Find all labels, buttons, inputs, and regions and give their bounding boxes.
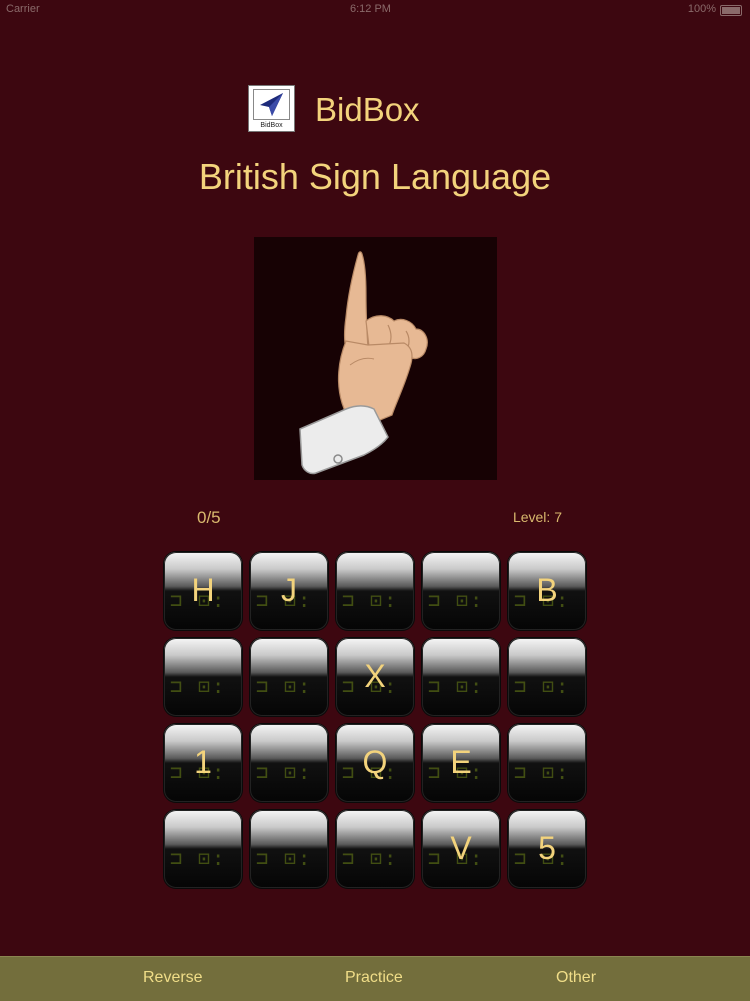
- answer-tile[interactable]: ⊐ ⊡: J: [250, 552, 328, 630]
- answer-tile[interactable]: ⊐ ⊡: V: [422, 810, 500, 888]
- battery-icon: [720, 5, 742, 16]
- battery-percent: 100%: [687, 3, 716, 15]
- answer-tile[interactable]: ⊐ ⊡:: [250, 810, 328, 888]
- tile-label: H: [191, 572, 215, 608]
- pointing-hand-icon: [299, 251, 428, 475]
- tile-label: E: [450, 744, 472, 780]
- answer-tile[interactable]: ⊐ ⊡: B: [508, 552, 586, 630]
- status-bar: Carrier 6:12 PM 100%: [0, 0, 750, 20]
- bidbox-logo: BidBox: [248, 85, 295, 132]
- tile-label: X: [364, 658, 386, 694]
- answer-tile[interactable]: ⊐ ⊡:: [250, 724, 328, 802]
- tile-label: 1: [194, 744, 212, 780]
- tile-label: J: [281, 572, 297, 608]
- tab-reverse[interactable]: Reverse: [143, 969, 203, 987]
- answer-tile[interactable]: ⊐ ⊡:: [336, 552, 414, 630]
- app-title: BidBox: [315, 91, 420, 128]
- score-counter: 0/5: [197, 508, 221, 527]
- logo-arrow-icon: [253, 89, 290, 120]
- tile-background-pattern: ⊐ ⊡:: [256, 846, 313, 870]
- answer-grid: ⊐ ⊡: H ⊐ ⊡: J ⊐ ⊡: ⊐ ⊡: ⊐ ⊡: B ⊐ ⊡: ⊐ ⊡: ⊐ …: [164, 552, 586, 888]
- answer-tile[interactable]: ⊐ ⊡: 1: [164, 724, 242, 802]
- answer-tile[interactable]: ⊐ ⊡: E: [422, 724, 500, 802]
- answer-tile[interactable]: ⊐ ⊡: 5: [508, 810, 586, 888]
- answer-tile[interactable]: ⊐ ⊡:: [508, 638, 586, 716]
- tile-background-pattern: ⊐ ⊡:: [514, 674, 571, 698]
- answer-tile[interactable]: ⊐ ⊡:: [164, 810, 242, 888]
- tile-background-pattern: ⊐ ⊡:: [256, 760, 313, 784]
- answer-tile[interactable]: ⊐ ⊡:: [336, 810, 414, 888]
- tile-background-pattern: ⊐ ⊡:: [428, 674, 485, 698]
- tile-label: B: [536, 572, 558, 608]
- answer-tile[interactable]: ⊐ ⊡: X: [336, 638, 414, 716]
- logo-wordmark: BidBox: [260, 122, 283, 129]
- tab-practice[interactable]: Practice: [345, 969, 403, 987]
- tile-label: 5: [538, 830, 556, 866]
- tab-bar: Reverse Practice Other: [0, 956, 750, 1001]
- tile-background-pattern: ⊐ ⊡:: [428, 588, 485, 612]
- tile-background-pattern: ⊐ ⊡:: [256, 674, 313, 698]
- clock-label: 6:12 PM: [350, 3, 391, 15]
- answer-tile[interactable]: ⊐ ⊡:: [508, 724, 586, 802]
- tile-background-pattern: ⊐ ⊡:: [514, 760, 571, 784]
- tile-background-pattern: ⊐ ⊡:: [342, 588, 399, 612]
- answer-tile[interactable]: ⊐ ⊡:: [250, 638, 328, 716]
- tile-background-pattern: ⊐ ⊡:: [342, 846, 399, 870]
- answer-tile[interactable]: ⊐ ⊡:: [164, 638, 242, 716]
- level-indicator: Level: 7: [512, 509, 562, 525]
- answer-tile[interactable]: ⊐ ⊡: Q: [336, 724, 414, 802]
- answer-tile[interactable]: ⊐ ⊡:: [422, 638, 500, 716]
- tile-label: Q: [362, 744, 388, 780]
- sign-image: [254, 237, 497, 480]
- tab-other[interactable]: Other: [556, 969, 596, 987]
- answer-tile[interactable]: ⊐ ⊡:: [422, 552, 500, 630]
- tile-label: V: [450, 830, 472, 866]
- answer-tile[interactable]: ⊐ ⊡: H: [164, 552, 242, 630]
- carrier-label: Carrier: [6, 3, 40, 15]
- page-subtitle: British Sign Language: [198, 156, 552, 197]
- tile-background-pattern: ⊐ ⊡:: [170, 674, 227, 698]
- tile-background-pattern: ⊐ ⊡:: [170, 846, 227, 870]
